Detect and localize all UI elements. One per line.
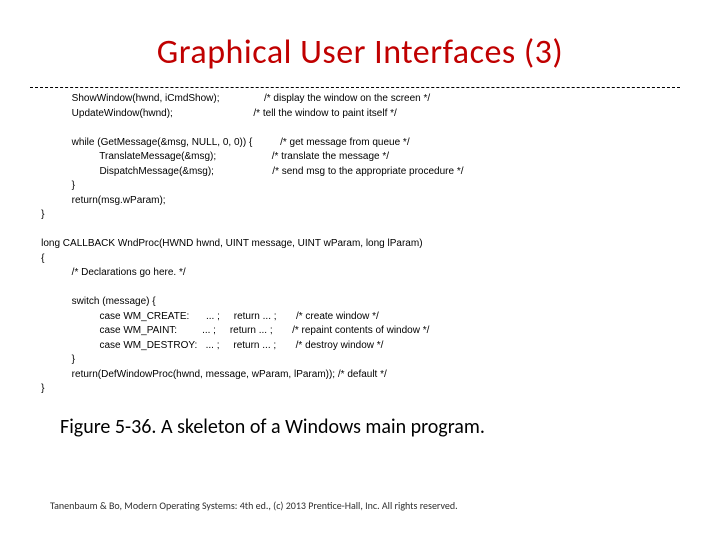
code-listing: ShowWindow(hwnd, iCmdShow); /* display t… bbox=[30, 87, 680, 397]
figure-caption: Figure 5-36. A skeleton of a Windows mai… bbox=[60, 415, 680, 439]
copyright-footer: Tanenbaum & Bo, Modern Operating Systems… bbox=[50, 499, 458, 512]
slide: Graphical User Interfaces (3) ShowWindow… bbox=[0, 0, 720, 540]
page-title: Graphical User Interfaces (3) bbox=[40, 32, 680, 73]
